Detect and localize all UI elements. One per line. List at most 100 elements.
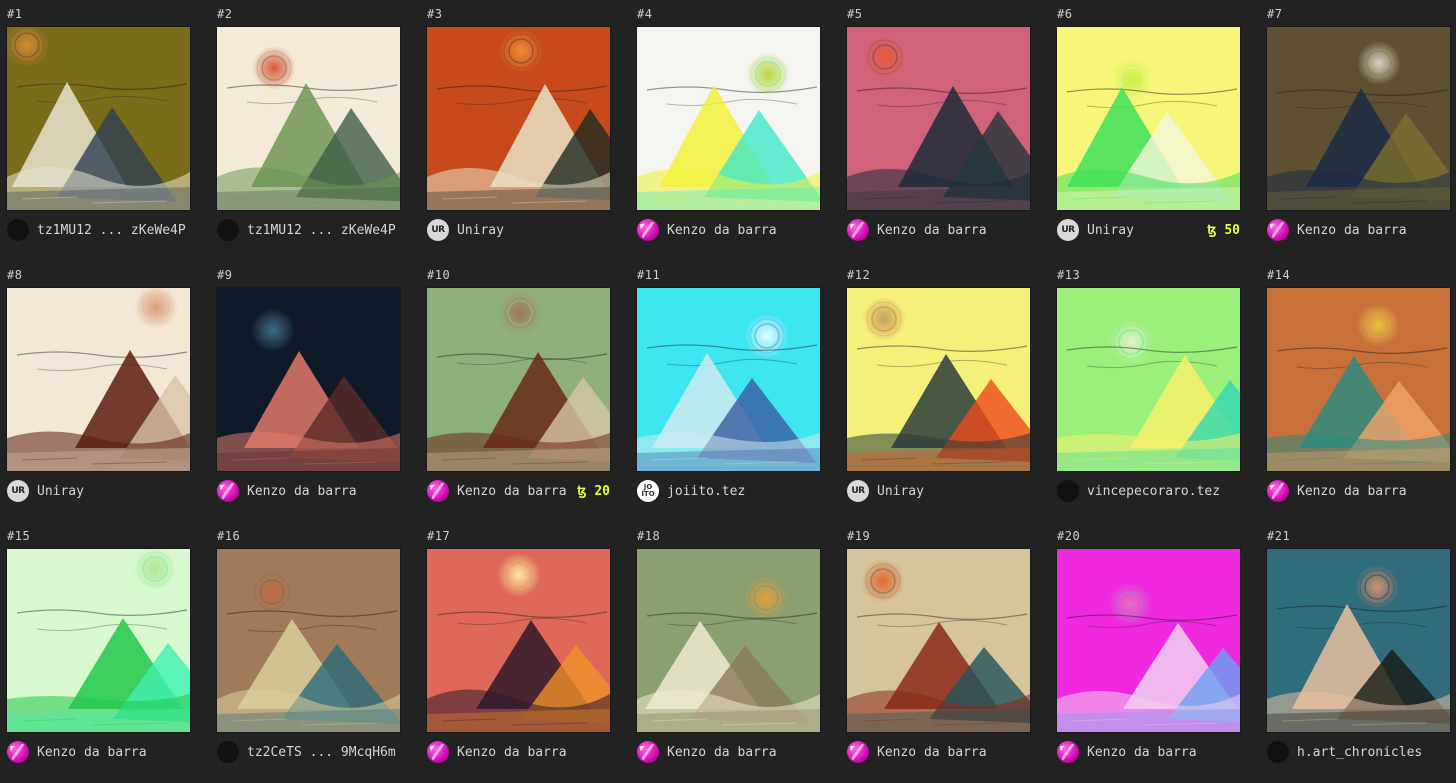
owner-name[interactable]: Kenzo da barra [247,484,400,499]
token-artwork[interactable] [217,288,400,471]
owner-avatar[interactable] [217,741,239,763]
owner-avatar[interactable]: UR [427,219,449,241]
owner-row[interactable]: Kenzo da barra [847,741,1030,763]
token-artwork[interactable] [7,549,190,732]
owner-row[interactable]: JO ITO joiito.tez [637,480,820,502]
token-artwork[interactable] [1057,27,1240,210]
price-badge[interactable]: ꜩ 20 [577,484,610,499]
owner-row[interactable]: tz1MU12 ... zKeWe4P [217,219,400,241]
owner-name[interactable]: Kenzo da barra [1297,484,1450,499]
owner-name[interactable]: Kenzo da barra [877,745,1030,760]
owner-row[interactable]: UR Uniray [427,219,610,241]
token-artwork[interactable] [847,549,1030,732]
owner-row[interactable]: Kenzo da barra [7,741,190,763]
owner-name[interactable]: Uniray [457,223,610,238]
token-card[interactable]: #17 Kenzo da barra [420,522,630,783]
token-card[interactable]: #7 Kenzo da barra [1260,0,1456,261]
owner-avatar[interactable] [1267,480,1289,502]
token-card[interactable]: #12 UR Uniray [840,261,1050,522]
token-card[interactable]: #2 tz1MU12 ... zKeWe4P [210,0,420,261]
token-card[interactable]: #20 Kenzo da barra [1050,522,1260,783]
owner-name[interactable]: tz1MU12 ... zKeWe4P [247,223,400,238]
owner-row[interactable]: UR Uniray [847,480,1030,502]
owner-name[interactable]: Uniray [37,484,190,499]
token-card[interactable]: #6 UR Uniray ꜩ 50 [1050,0,1260,261]
token-artwork[interactable] [7,288,190,471]
owner-avatar[interactable] [1057,480,1079,502]
owner-row[interactable]: Kenzo da barra [1267,219,1450,241]
owner-name[interactable]: joiito.tez [667,484,820,499]
owner-name[interactable]: vincepecoraro.tez [1087,484,1240,499]
owner-name[interactable]: Uniray [877,484,1030,499]
token-card[interactable]: #18 Kenzo da barra [630,522,840,783]
owner-row[interactable]: Kenzo da barra [427,741,610,763]
owner-name[interactable]: Kenzo da barra [877,223,1030,238]
token-card[interactable]: #9 Kenzo da barra [210,261,420,522]
owner-row[interactable]: UR Uniray [7,480,190,502]
owner-avatar[interactable] [1057,741,1079,763]
owner-row[interactable]: UR Uniray ꜩ 50 [1057,219,1240,241]
owner-row[interactable]: Kenzo da barra [1267,480,1450,502]
token-artwork[interactable] [427,288,610,471]
token-card[interactable]: #16 tz2CeTS ... 9McqH6m [210,522,420,783]
owner-avatar[interactable]: UR [847,480,869,502]
token-artwork[interactable] [847,288,1030,471]
owner-name[interactable]: tz2CeTS ... 9McqH6m [247,745,400,760]
token-card[interactable]: #14 Kenzo da barra [1260,261,1456,522]
owner-row[interactable]: Kenzo da barra [1057,741,1240,763]
token-artwork[interactable] [637,549,820,732]
token-artwork[interactable] [1057,288,1240,471]
token-card[interactable]: #13 vincepecoraro.tez [1050,261,1260,522]
token-card[interactable]: #11 JO ITO joiito.tez [630,261,840,522]
owner-avatar[interactable]: UR [7,480,29,502]
token-artwork[interactable] [7,27,190,210]
token-card[interactable]: #10 Kenzo da barra ꜩ 20 [420,261,630,522]
owner-row[interactable]: h.art_chronicles [1267,741,1450,763]
owner-name[interactable]: Kenzo da barra [1087,745,1240,760]
owner-avatar[interactable] [427,480,449,502]
owner-name[interactable]: Kenzo da barra [1297,223,1450,238]
owner-avatar[interactable] [847,219,869,241]
token-artwork[interactable] [427,27,610,210]
owner-name[interactable]: Kenzo da barra [667,223,820,238]
token-card[interactable]: #21 h.art_chronicles [1260,522,1456,783]
token-artwork[interactable] [1267,549,1450,732]
token-artwork[interactable] [427,549,610,732]
token-card[interactable]: #4 Kenzo da barra [630,0,840,261]
owner-name[interactable]: tz1MU12 ... zKeWe4P [37,223,190,238]
owner-avatar[interactable] [847,741,869,763]
owner-avatar[interactable] [7,741,29,763]
token-artwork[interactable] [847,27,1030,210]
token-artwork[interactable] [637,27,820,210]
owner-avatar[interactable]: JO ITO [637,480,659,502]
owner-avatar[interactable]: UR [1057,219,1079,241]
owner-row[interactable]: Kenzo da barra ꜩ 20 [427,480,610,502]
owner-name[interactable]: Uniray [1087,223,1203,238]
owner-avatar[interactable] [7,219,29,241]
owner-avatar[interactable] [1267,219,1289,241]
owner-avatar[interactable] [217,480,239,502]
price-badge[interactable]: ꜩ 50 [1207,223,1240,238]
owner-name[interactable]: Kenzo da barra [457,745,610,760]
owner-avatar[interactable] [427,741,449,763]
owner-name[interactable]: Kenzo da barra [667,745,820,760]
token-card[interactable]: #15 Kenzo da barra [0,522,210,783]
token-artwork[interactable] [1267,288,1450,471]
owner-avatar[interactable] [1267,741,1289,763]
owner-row[interactable]: Kenzo da barra [637,219,820,241]
owner-row[interactable]: Kenzo da barra [217,480,400,502]
owner-avatar[interactable] [217,219,239,241]
token-card[interactable]: #8 UR Uniray [0,261,210,522]
owner-row[interactable]: tz2CeTS ... 9McqH6m [217,741,400,763]
owner-name[interactable]: Kenzo da barra [37,745,190,760]
owner-row[interactable]: tz1MU12 ... zKeWe4P [7,219,190,241]
token-artwork[interactable] [1057,549,1240,732]
token-card[interactable]: #1 tz1MU12 ... zKeWe4P [0,0,210,261]
owner-row[interactable]: Kenzo da barra [847,219,1030,241]
token-artwork[interactable] [217,27,400,210]
token-artwork[interactable] [637,288,820,471]
owner-avatar[interactable] [637,741,659,763]
owner-avatar[interactable] [637,219,659,241]
token-artwork[interactable] [1267,27,1450,210]
owner-name[interactable]: h.art_chronicles [1297,745,1450,760]
